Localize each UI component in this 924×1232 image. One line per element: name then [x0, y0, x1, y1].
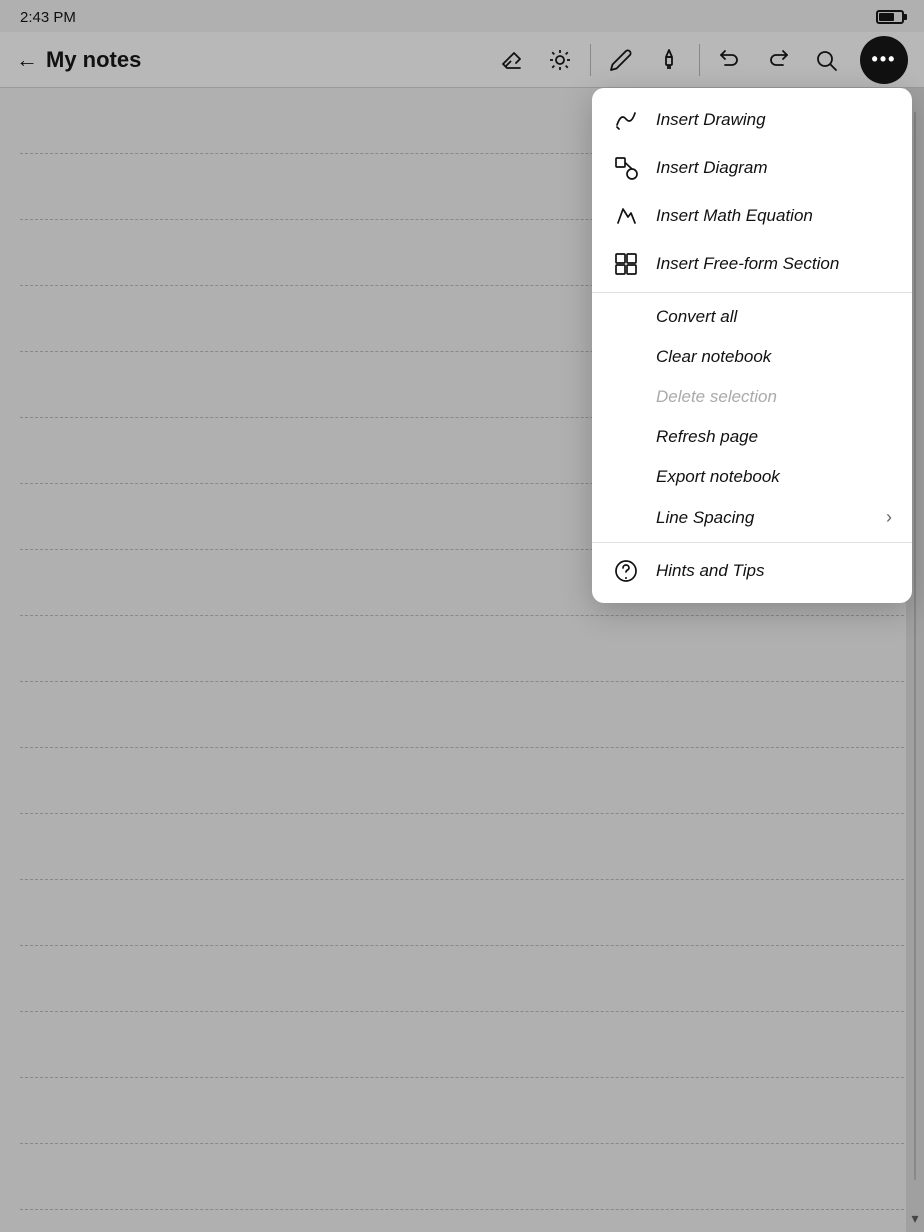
menu-item-insert-math[interactable]: Insert Math Equation	[592, 192, 912, 240]
page-title: My notes	[46, 47, 141, 73]
brightness-button[interactable]	[538, 38, 582, 82]
menu-item-line-spacing[interactable]: Line Spacing ›	[592, 497, 912, 538]
battery-icon	[876, 10, 904, 24]
notebook-line	[20, 1210, 904, 1232]
menu-item-clear-notebook[interactable]: Clear notebook	[592, 337, 912, 377]
convert-all-label: Convert all	[656, 307, 737, 327]
menu-item-hints-tips[interactable]: Hints and Tips	[592, 547, 912, 595]
highlighter-button[interactable]	[647, 38, 691, 82]
notebook-line	[20, 1012, 904, 1078]
notebook-line	[20, 880, 904, 946]
notebook-line	[20, 616, 904, 682]
scrollbar-track	[914, 112, 916, 1180]
notebook-line	[20, 682, 904, 748]
more-icon: •••	[872, 49, 897, 70]
notebook-line	[20, 1144, 904, 1210]
notebook-line	[20, 1078, 904, 1144]
search-icon	[814, 48, 838, 72]
notebook-line	[20, 814, 904, 880]
menu-item-refresh-page[interactable]: Refresh page	[592, 417, 912, 457]
status-bar: 2:43 PM	[0, 0, 924, 32]
menu-item-export-notebook[interactable]: Export notebook	[592, 457, 912, 497]
question-icon	[612, 557, 640, 585]
back-button[interactable]: ← My notes	[16, 47, 141, 73]
insert-drawing-label: Insert Drawing	[656, 110, 766, 130]
search-button[interactable]	[804, 38, 848, 82]
freeform-icon	[612, 250, 640, 278]
toolbar-right: •••	[490, 36, 908, 84]
delete-selection-label: Delete selection	[656, 387, 777, 407]
more-button[interactable]: •••	[860, 36, 908, 84]
redo-icon	[766, 48, 790, 72]
hints-tips-label: Hints and Tips	[656, 561, 765, 581]
main-toolbar: ← My notes	[0, 32, 924, 88]
brightness-icon	[548, 48, 572, 72]
toolbar-divider-2	[699, 44, 700, 76]
pen-icon	[609, 48, 633, 72]
insert-diagram-label: Insert Diagram	[656, 158, 767, 178]
status-right	[876, 10, 904, 24]
menu-item-insert-drawing[interactable]: Insert Drawing	[592, 96, 912, 144]
dropdown-menu: Insert Drawing Insert Diagram Insert Mat…	[592, 88, 912, 603]
menu-divider-2	[592, 542, 912, 543]
eraser-button[interactable]	[490, 38, 534, 82]
menu-item-convert-all[interactable]: Convert all	[592, 297, 912, 337]
menu-item-insert-freeform[interactable]: Insert Free-form Section	[592, 240, 912, 288]
menu-item-insert-diagram[interactable]: Insert Diagram	[592, 144, 912, 192]
insert-freeform-label: Insert Free-form Section	[656, 254, 839, 274]
toolbar-divider	[590, 44, 591, 76]
line-spacing-label: Line Spacing	[656, 508, 754, 528]
undo-button[interactable]	[708, 38, 752, 82]
diagram-icon	[612, 154, 640, 182]
export-notebook-label: Export notebook	[656, 467, 780, 487]
toolbar-left: ← My notes	[16, 47, 490, 73]
insert-math-label: Insert Math Equation	[656, 206, 813, 226]
line-spacing-arrow-icon: ›	[886, 507, 892, 528]
drawing-icon	[612, 106, 640, 134]
clear-notebook-label: Clear notebook	[656, 347, 771, 367]
notebook-line	[20, 946, 904, 1012]
notebook-line	[20, 748, 904, 814]
undo-icon	[718, 48, 742, 72]
redo-button[interactable]	[756, 38, 800, 82]
menu-divider-1	[592, 292, 912, 293]
pen-button[interactable]	[599, 38, 643, 82]
battery-fill	[879, 13, 894, 21]
scroll-down-button[interactable]: ▾	[903, 1204, 924, 1232]
eraser-icon	[500, 48, 524, 72]
highlighter-icon	[657, 48, 681, 72]
back-arrow-icon: ←	[16, 49, 38, 71]
refresh-page-label: Refresh page	[656, 427, 758, 447]
menu-item-delete-selection: Delete selection	[592, 377, 912, 417]
math-icon	[612, 202, 640, 230]
status-time: 2:43 PM	[20, 9, 76, 26]
